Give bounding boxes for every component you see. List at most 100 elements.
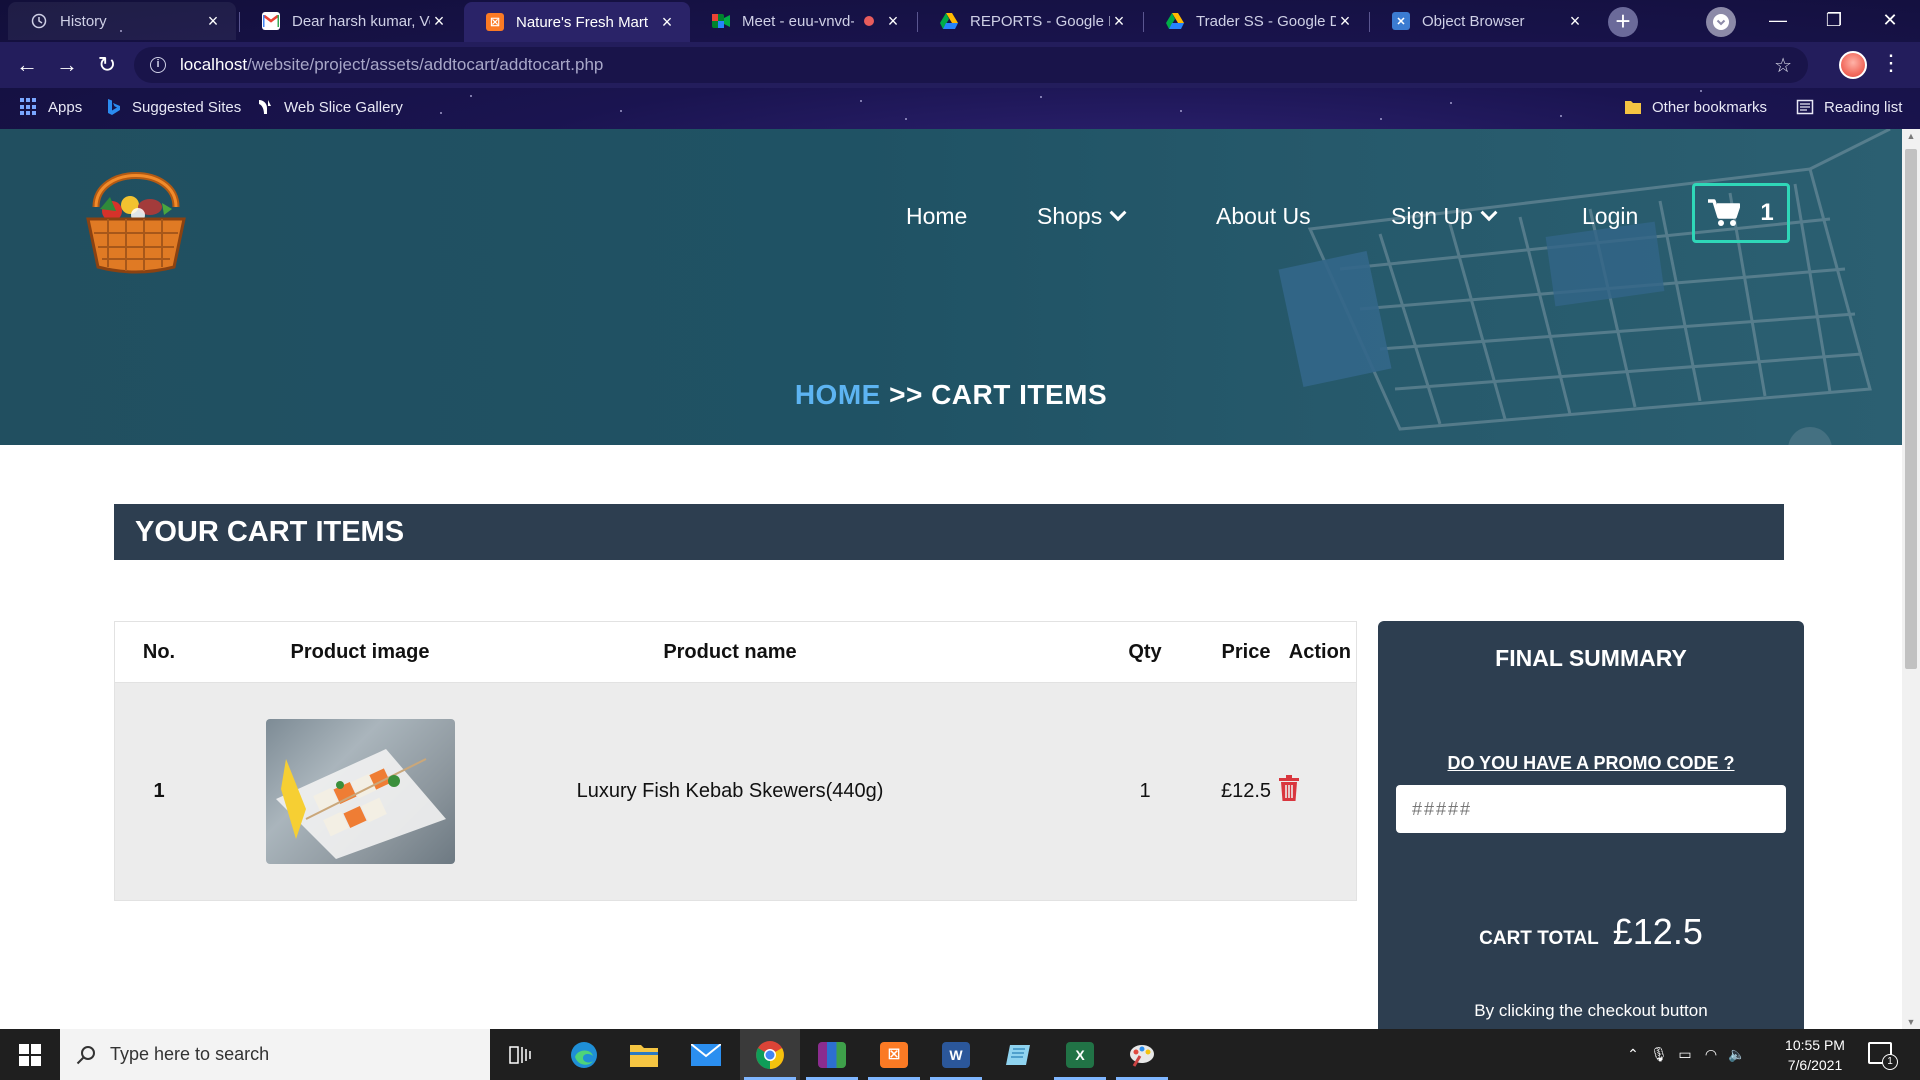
column-header: Product image bbox=[290, 641, 430, 663]
scroll-down-icon[interactable]: ▼ bbox=[1906, 1017, 1916, 1027]
apps-grid-icon bbox=[20, 98, 38, 116]
new-tab-button[interactable]: + bbox=[1608, 7, 1638, 37]
bookmark-apps[interactable]: Apps bbox=[20, 98, 82, 116]
promo-code-link[interactable]: DO YOU HAVE A PROMO CODE ? bbox=[1378, 753, 1804, 774]
tab-gmail[interactable]: Dear harsh kumar, Ver × bbox=[240, 2, 462, 40]
tab-title: Object Browser bbox=[1422, 12, 1525, 30]
taskbar-word[interactable]: W bbox=[926, 1029, 986, 1080]
notes-app-icon bbox=[1006, 1044, 1030, 1065]
drive-icon bbox=[940, 12, 958, 30]
cart-button[interactable]: 1 bbox=[1692, 183, 1790, 243]
restore-button[interactable]: ❐ bbox=[1806, 0, 1862, 40]
site-logo[interactable] bbox=[78, 159, 194, 277]
chevron-down-icon bbox=[1713, 14, 1729, 30]
microphone-icon[interactable]: 🎙 bbox=[1646, 1046, 1672, 1063]
close-tab-icon[interactable]: × bbox=[1336, 11, 1354, 32]
close-tab-icon[interactable]: × bbox=[1110, 11, 1128, 32]
taskbar-winrar[interactable] bbox=[802, 1029, 862, 1080]
tab-title: Dear harsh kumar, Ver bbox=[292, 12, 430, 30]
bookmark-star-icon[interactable]: ☆ bbox=[1774, 53, 1792, 78]
scrollbar-thumb[interactable] bbox=[1905, 149, 1917, 669]
scroll-up-icon[interactable]: ▲ bbox=[1906, 131, 1916, 141]
close-tab-icon[interactable]: × bbox=[658, 12, 676, 33]
bookmark-label: Web Slice Gallery bbox=[284, 98, 403, 116]
promo-code-input[interactable] bbox=[1396, 785, 1786, 833]
folder-icon bbox=[1625, 101, 1641, 114]
bookmark-suggested-sites[interactable]: Suggested Sites bbox=[104, 98, 241, 116]
browser-menu-icon[interactable]: ⋮ bbox=[1880, 50, 1902, 76]
xampp-icon: ☒ bbox=[486, 13, 504, 31]
back-button[interactable]: ← bbox=[12, 50, 42, 80]
close-tab-icon[interactable]: × bbox=[1566, 11, 1584, 32]
minio-icon: ✕ bbox=[1392, 12, 1410, 30]
nav-shops-label: Shops bbox=[1037, 203, 1103, 229]
task-view-button[interactable] bbox=[490, 1029, 550, 1080]
volume-icon[interactable]: 🔈 bbox=[1724, 1046, 1750, 1063]
taskbar-chrome[interactable] bbox=[740, 1029, 800, 1080]
nav-sign-up[interactable]: Sign Up bbox=[1391, 203, 1498, 230]
tab-title: History bbox=[60, 12, 107, 30]
breadcrumb: HOME >> CART ITEMS bbox=[0, 379, 1902, 411]
recording-dot-icon bbox=[864, 16, 874, 26]
mail-icon bbox=[691, 1043, 721, 1066]
cart-table: No. Product image Product name Qty Price… bbox=[114, 621, 1357, 901]
product-image[interactable] bbox=[266, 719, 455, 864]
tab-reports-drive[interactable]: REPORTS - Google Dr × bbox=[918, 2, 1142, 40]
page-scrollbar[interactable]: ▲ ▼ bbox=[1902, 129, 1920, 1029]
url-host: localhost bbox=[180, 55, 248, 74]
taskbar-file-explorer[interactable] bbox=[614, 1029, 674, 1080]
tab-object-browser[interactable]: ✕ Object Browser × bbox=[1370, 2, 1598, 40]
nav-home-label: Home bbox=[906, 203, 968, 229]
taskbar-mail[interactable] bbox=[676, 1029, 736, 1080]
nav-about-us[interactable]: About Us bbox=[1216, 203, 1311, 230]
forward-button[interactable]: → bbox=[52, 50, 82, 80]
tab-search-button[interactable] bbox=[1706, 7, 1736, 37]
reload-button[interactable]: ↻ bbox=[92, 50, 122, 80]
taskbar-excel[interactable]: X bbox=[1050, 1029, 1110, 1080]
other-bookmarks-label: Other bookmarks bbox=[1652, 98, 1768, 116]
reading-list-icon bbox=[1796, 99, 1814, 115]
windows-logo-icon bbox=[19, 1043, 41, 1066]
minimize-button[interactable]: — bbox=[1750, 0, 1806, 40]
site-info-icon[interactable]: i bbox=[150, 57, 166, 73]
nav-home[interactable]: Home bbox=[906, 203, 967, 230]
start-button[interactable] bbox=[0, 1029, 60, 1080]
tab-natures-fresh-mart[interactable]: ☒ Nature's Fresh Mart × bbox=[464, 2, 690, 42]
tab-meet[interactable]: Meet - euu-vnvd- × bbox=[690, 2, 916, 40]
column-header: Product name bbox=[663, 641, 797, 663]
taskbar-app-blue[interactable] bbox=[988, 1029, 1048, 1080]
taskbar-xampp[interactable]: ☒ bbox=[864, 1029, 924, 1080]
reading-list-label: Reading list bbox=[1824, 98, 1903, 116]
section-title: YOUR CART ITEMS bbox=[114, 504, 1784, 560]
notification-center-icon[interactable]: 1 bbox=[1868, 1042, 1898, 1070]
cart-total-label: CART TOTAL bbox=[1479, 928, 1599, 949]
xampp-icon: ☒ bbox=[880, 1041, 908, 1068]
close-tab-icon[interactable]: × bbox=[430, 11, 448, 32]
breadcrumb-home-link[interactable]: HOME bbox=[795, 379, 881, 410]
fish-kebab-photo bbox=[276, 749, 446, 859]
close-tab-icon[interactable]: × bbox=[204, 11, 222, 32]
nav-login[interactable]: Login bbox=[1582, 203, 1638, 230]
trash-icon[interactable] bbox=[1278, 775, 1300, 801]
close-tab-icon[interactable]: × bbox=[884, 11, 902, 32]
tab-trader-drive[interactable]: Trader SS - Google Dri × bbox=[1144, 2, 1368, 40]
nav-shops[interactable]: Shops bbox=[1037, 203, 1127, 230]
chevron-up-icon[interactable]: ⌃ bbox=[1620, 1046, 1646, 1063]
battery-icon[interactable]: ▭ bbox=[1672, 1046, 1698, 1063]
bookmark-web-slice-gallery[interactable]: Web Slice Gallery bbox=[256, 98, 403, 116]
close-window-button[interactable]: ✕ bbox=[1862, 0, 1918, 40]
taskbar-search[interactable]: Type here to search bbox=[60, 1029, 490, 1080]
column-header: No. bbox=[142, 641, 176, 663]
web-slice-icon bbox=[259, 100, 271, 114]
winrar-icon bbox=[818, 1041, 846, 1068]
reading-list[interactable]: Reading list bbox=[1796, 98, 1902, 116]
taskbar-paint[interactable] bbox=[1112, 1029, 1172, 1080]
system-clock[interactable]: 10:55 PM 7/6/2021 bbox=[1760, 1035, 1870, 1075]
other-bookmarks[interactable]: Other bookmarks bbox=[1624, 98, 1767, 116]
checkout-note: By clicking the checkout button bbox=[1474, 1001, 1708, 1020]
tab-history[interactable]: History × bbox=[8, 2, 236, 40]
address-bar[interactable]: i localhost /website/project/assets/addt… bbox=[134, 47, 1808, 83]
wifi-icon[interactable]: ◠ bbox=[1698, 1046, 1724, 1063]
profile-avatar[interactable] bbox=[1839, 51, 1867, 79]
taskbar-edge[interactable] bbox=[554, 1029, 614, 1080]
